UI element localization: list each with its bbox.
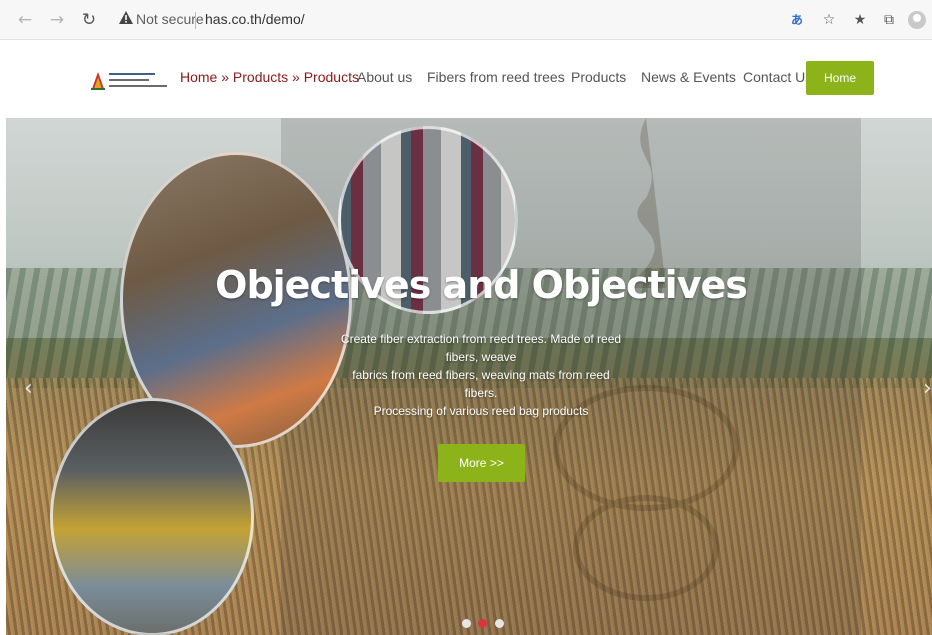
logo-emblem-icon (91, 72, 105, 90)
profile-icon[interactable] (908, 11, 926, 29)
prev-slide-icon[interactable]: ‹ (24, 376, 33, 401)
nav-products[interactable]: Products (571, 69, 626, 85)
logo-text (109, 73, 169, 91)
site-logo[interactable] (90, 68, 170, 94)
divider (195, 12, 196, 29)
home-button[interactable]: Home (806, 61, 874, 95)
hero-slider: Objectives and Objectives Create fiber e… (6, 118, 932, 635)
nav-contact-us[interactable]: Contact Us (743, 69, 812, 85)
warning-icon (119, 11, 133, 24)
hero-description: Create fiber extraction from reed trees.… (336, 330, 626, 420)
nav-news-events[interactable]: News & Events (641, 69, 736, 85)
next-slide-icon[interactable]: › (923, 376, 932, 401)
breadcrumb[interactable]: Home » Products » Products (180, 69, 359, 85)
forward-icon[interactable]: → (46, 9, 68, 31)
hero-description-line: Processing of various reed bag products (373, 404, 589, 418)
url-text[interactable]: has.co.th/demo/ (205, 11, 305, 27)
more-button[interactable]: More >> (438, 444, 525, 482)
collections-icon[interactable]: ⧉ (878, 9, 900, 31)
site-header: Home » Products » Products About us Fibe… (0, 40, 932, 118)
hero-description-line: Create fiber extraction from reed trees.… (340, 332, 622, 346)
slider-dot[interactable] (494, 619, 504, 628)
slider-dots (462, 615, 507, 628)
back-icon[interactable]: ← (14, 9, 36, 31)
address-bar[interactable]: Not secure has.co.th/demo/ (112, 6, 932, 34)
hero-description-line: fabrics from reed fibers, weaving mats f… (352, 368, 610, 400)
hero-description-line: fibers, weave (445, 350, 517, 364)
nav-fibers-from-reed-trees[interactable]: Fibers from reed trees (427, 69, 565, 85)
hero-title: Objectives and Objectives (215, 263, 748, 307)
slider-dot[interactable] (462, 619, 471, 628)
translate-icon[interactable]: あ (786, 9, 808, 31)
loom-photo-circle (50, 398, 254, 635)
read-aloud-icon[interactable]: ☆ (818, 9, 840, 31)
favorites-icon[interactable]: ★ (849, 9, 871, 31)
reload-icon[interactable]: ↻ (78, 9, 100, 31)
browser-toolbar: ← → ↻ Not secure has.co.th/demo/ あ ☆ ★ ⧉ (0, 0, 932, 40)
security-label[interactable]: Not secure (136, 11, 204, 27)
nav-about-us[interactable]: About us (357, 69, 412, 85)
